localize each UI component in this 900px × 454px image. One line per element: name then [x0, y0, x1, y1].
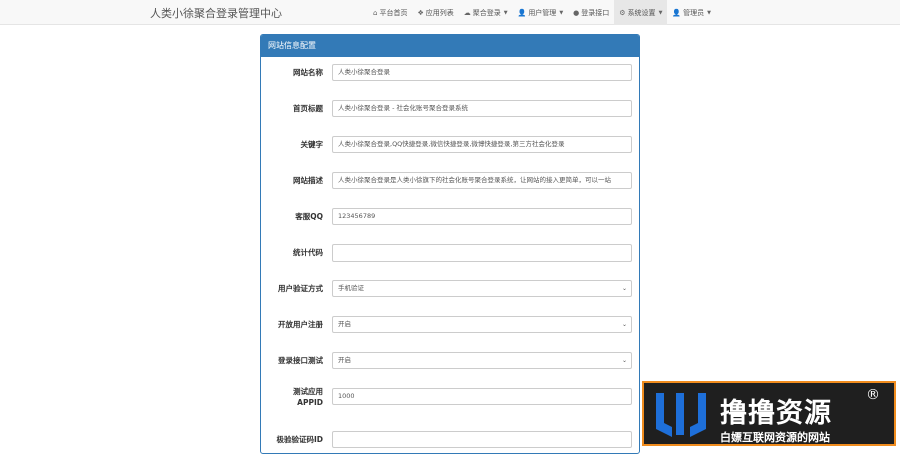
home-title-label: 首页标题 — [293, 104, 323, 113]
test-appid-label-line2: APPID — [297, 398, 323, 407]
nav-apps[interactable]: ❖ 应用列表 — [412, 0, 458, 25]
nav-admin-label: 管理员 — [683, 8, 705, 17]
qq-input[interactable]: 123456789 — [332, 208, 632, 225]
verify-method-label: 用户验证方式 — [278, 284, 323, 293]
test-appid-input[interactable]: 1000 — [332, 388, 632, 405]
chevron-down-icon: ▼ — [658, 9, 663, 16]
nav-home[interactable]: ⌂ 平台首页 — [368, 0, 412, 25]
open-register-value: 开启 — [338, 320, 351, 328]
apps-icon: ❖ — [417, 8, 424, 17]
admin-icon: 👤 — [672, 8, 682, 17]
nav-login-api-label: 登录接口 — [581, 8, 610, 17]
chevron-down-icon: ⌄ — [621, 285, 627, 292]
verify-method-value: 手机验证 — [338, 284, 364, 292]
test-appid-label-line1: 测试应用 — [293, 387, 323, 396]
keywords-label: 关键字 — [300, 140, 324, 149]
open-register-label: 开放用户注册 — [278, 320, 323, 329]
main-nav: ⌂ 平台首页 ❖ 应用列表 ☁ 聚合登录 ▼ 👤 用户管理 ▼ ● 登录接口 ⚙… — [368, 0, 716, 25]
chevron-down-icon: ▼ — [503, 9, 508, 16]
brand-title[interactable]: 人类小徐聚合登录管理中心 — [150, 5, 282, 21]
api-test-label: 登录接口测试 — [278, 356, 323, 365]
top-navbar: 人类小徐聚合登录管理中心 ⌂ 平台首页 ❖ 应用列表 ☁ 聚合登录 ▼ 👤 用户… — [0, 0, 900, 25]
keywords-input[interactable]: 人类小徐聚合登录,QQ快捷登录,微信快捷登录,微博快捷登录,第三方社会化登录 — [332, 136, 632, 153]
description-input[interactable]: 人类小徐聚合登录是人类小徐旗下的社会化账号聚合登录系统，让网站的接入更简单，可以… — [332, 172, 632, 189]
brand-logo-icon — [656, 393, 706, 437]
user-icon: 👤 — [517, 8, 527, 17]
nav-admin[interactable]: 👤 管理员 ▼ — [667, 0, 716, 25]
registered-mark: ® — [866, 387, 880, 403]
captcha-id-input[interactable] — [332, 431, 632, 448]
login-api-icon: ● — [573, 8, 580, 17]
nav-aggregate-login-label: 聚合登录 — [472, 8, 501, 17]
panel-title: 网站信息配置 — [261, 35, 639, 57]
gear-icon: ⚙ — [619, 8, 626, 17]
chevron-down-icon: ▼ — [707, 9, 711, 16]
captcha-id-label: 极验验证码ID — [276, 435, 323, 444]
test-appid-label: 测试应用 APPID — [261, 386, 323, 408]
nav-system-settings-label: 系统设置 — [627, 8, 656, 17]
nav-login-api[interactable]: ● 登录接口 — [568, 0, 614, 25]
api-test-value: 开启 — [338, 356, 351, 364]
chevron-down-icon: ⌄ — [621, 357, 627, 364]
stats-code-label: 统计代码 — [293, 248, 323, 257]
chevron-down-icon: ⌄ — [621, 321, 627, 328]
open-register-select[interactable]: 开启 ⌄ — [332, 316, 632, 333]
watermark-subtitle: 白嫖互联网资源的网站 — [720, 431, 830, 444]
home-title-input[interactable]: 人类小徐聚合登录 - 社会化账号聚合登录系统 — [332, 100, 632, 117]
home-icon: ⌂ — [373, 8, 378, 17]
watermark-title: 撸撸资源 — [720, 398, 832, 429]
stats-code-textarea[interactable] — [332, 244, 632, 262]
api-test-select[interactable]: 开启 ⌄ — [332, 352, 632, 369]
cloud-icon: ☁ — [463, 8, 471, 17]
verify-method-select[interactable]: 手机验证 ⌄ — [332, 280, 632, 297]
nav-user-management[interactable]: 👤 用户管理 ▼ — [513, 0, 569, 25]
description-label: 网站描述 — [293, 176, 323, 185]
qq-label: 客服QQ — [295, 212, 323, 221]
nav-aggregate-login[interactable]: ☁ 聚合登录 ▼ — [459, 0, 513, 25]
nav-home-label: 平台首页 — [379, 8, 408, 17]
site-name-label: 网站名称 — [293, 68, 323, 77]
nav-apps-label: 应用列表 — [425, 8, 454, 17]
site-name-input[interactable]: 人类小徐聚合登录 — [332, 64, 632, 81]
nav-user-management-label: 用户管理 — [528, 8, 557, 17]
nav-system-settings[interactable]: ⚙ 系统设置 ▼ — [614, 0, 668, 25]
chevron-down-icon: ▼ — [559, 9, 564, 16]
site-config-panel: 网站信息配置 网站名称 人类小徐聚合登录 首页标题 人类小徐聚合登录 - 社会化… — [260, 34, 640, 454]
watermark-overlay: 撸撸资源 ® 白嫖互联网资源的网站 — [642, 381, 896, 446]
